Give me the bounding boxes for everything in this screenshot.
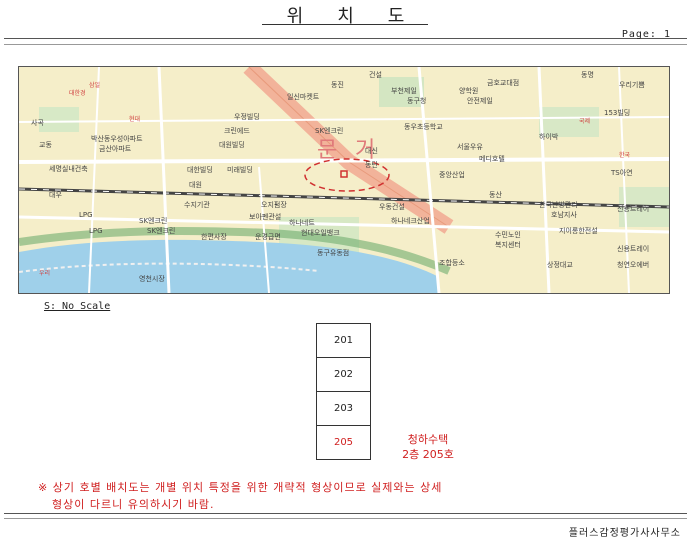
map-label: 세명실내건축 <box>49 164 88 173</box>
map-label: 박산동우성아파트 <box>91 134 143 143</box>
office-name: 플러스감정평가사사무소 <box>568 528 681 539</box>
map-label: 신용트레이 <box>617 244 649 253</box>
map-label: 양학원 <box>459 86 478 95</box>
map-label: 한국난방관리 <box>539 200 578 209</box>
page-number: Page: 1 <box>621 29 671 40</box>
map-label: 교동 <box>39 141 52 149</box>
unit-layout: 201 202 203 205 <box>316 323 371 460</box>
map-label: 대한경 <box>69 89 86 97</box>
footer-rule-top <box>4 513 687 514</box>
map-label: 대한빌딩 <box>187 165 213 174</box>
map-label: 하나네크산업 <box>391 216 430 225</box>
map-label: 대원 <box>189 180 202 189</box>
map-label: 현대오일뱅크 <box>301 228 340 237</box>
map-label: 동탄 <box>365 160 378 169</box>
map-label: 동명 <box>581 70 594 79</box>
map-label: 사곡 <box>31 118 44 127</box>
map-label: 수지기관 <box>184 200 210 209</box>
map-label: 신용트레이 <box>617 204 649 213</box>
map-label: SK엔크린 <box>315 126 343 135</box>
map-label: 지이롱한전설 <box>559 226 598 235</box>
disclaimer-note: ※ 상기 호별 배치도는 개별 위치 특정을 위한 개략적 형상이므로 실제와는… <box>38 479 668 513</box>
map-label: 대신 <box>365 146 378 155</box>
map-label: 수민노인 <box>495 230 521 239</box>
title-underline <box>262 24 428 25</box>
map-label: 메디호텔 <box>479 154 505 163</box>
map-label: TS아연 <box>610 168 633 177</box>
location-map: 문 거 일신마켓트 우정빌딩 크린에드 미래빌딩 대한빌딩 세명실내건축 박산동… <box>18 66 670 294</box>
callout-building: 청하수택 <box>407 433 449 446</box>
map-label: 동진 <box>331 80 344 89</box>
unit-cell-target: 205 <box>333 437 354 448</box>
scale-note: S: No Scale <box>44 301 111 312</box>
callout-unit: 2층 205호 <box>402 448 454 461</box>
map-label: 동산 <box>489 190 502 199</box>
map-label: 일신마켓트 <box>287 92 320 101</box>
map-label: 금산아파트 <box>99 144 132 153</box>
header-rule-bottom <box>4 44 687 45</box>
map-label: LPG <box>89 227 103 235</box>
map-label: 금호교대점 <box>487 79 519 87</box>
map-label: 중앙산업 <box>439 170 465 179</box>
map-label: SK엔크린 <box>147 226 175 235</box>
map-label: 복지센터 <box>495 240 521 249</box>
map-label: SK엔크린 <box>139 216 167 225</box>
map-label: 삼일 <box>89 81 100 89</box>
map-label: 영천시장 <box>139 274 165 283</box>
map-label: 건설 <box>369 70 382 79</box>
map-label: 한편사장 <box>201 232 227 241</box>
map-canvas: 문 거 일신마켓트 우정빌딩 크린에드 미래빌딩 대한빌딩 세명실내건축 박산동… <box>19 67 669 293</box>
map-label: 청연오에버 <box>617 260 649 269</box>
disclaimer-line-2: 형상이 다르니 유의하시기 바람. <box>52 498 215 511</box>
map-label: 대우 <box>49 191 62 199</box>
map-label: 동구유동점 <box>317 249 349 257</box>
map-label: 부천제일 <box>391 86 417 95</box>
map-label: 오지펌장 <box>261 200 287 209</box>
map-label: 한국 <box>619 152 631 159</box>
map-label: 크린에드 <box>224 126 250 135</box>
unit-cell: 203 <box>317 392 370 426</box>
map-label: 하나네트 <box>289 218 315 227</box>
map-label: 국제 <box>579 117 590 125</box>
map-label: 안전제일 <box>467 96 493 105</box>
map-label: 현대 <box>129 115 140 123</box>
map-label: 우동건설 <box>379 202 405 211</box>
unit-cell: 202 <box>317 358 370 392</box>
target-callout: 청하수택 2층 205호 <box>383 432 473 462</box>
map-label: LPG <box>79 211 93 219</box>
map-label: 하이박 <box>539 132 559 141</box>
map-label: 우리 <box>39 269 50 277</box>
map-label: 상정대교 <box>547 260 573 269</box>
footer-rule-bottom <box>4 518 687 519</box>
map-label: 운경급면 <box>255 232 281 241</box>
map-label: 153빌딩 <box>604 108 630 117</box>
map-label: 보아펜관설 <box>249 212 281 221</box>
map-label: 대원빌딩 <box>219 140 245 149</box>
disclaimer-line-1: ※ 상기 호별 배치도는 개별 위치 특정을 위한 개략적 형상이므로 실제와는… <box>38 481 443 494</box>
map-label: 우정빌딩 <box>234 112 260 121</box>
map-big-label-1: 문 <box>317 138 337 163</box>
map-label: 서울우유 <box>457 142 483 151</box>
map-label: 미래빌딩 <box>227 165 253 174</box>
map-label: 동구청 <box>407 97 426 105</box>
header-rule-top <box>4 38 687 39</box>
map-label: 우리기쁨 <box>619 80 645 89</box>
map-label: 동우초등학교 <box>404 122 443 131</box>
map-label: 호남지사 <box>551 210 577 219</box>
map-label: 조합등소 <box>439 258 465 267</box>
unit-cell: 201 <box>317 324 370 358</box>
